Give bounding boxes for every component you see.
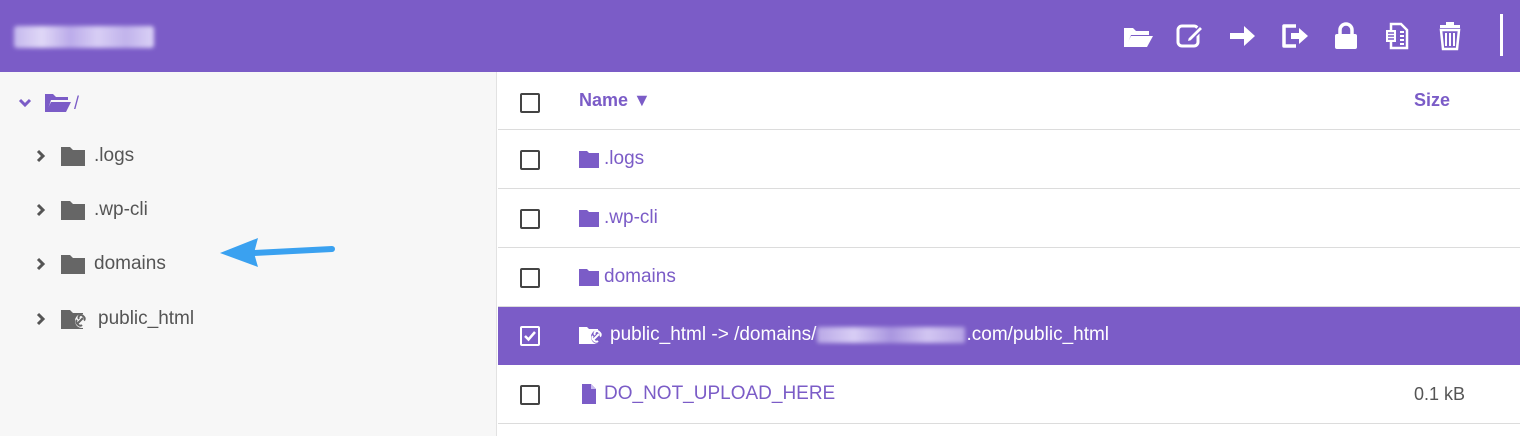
- folder-icon: [579, 269, 599, 286]
- file-name-link[interactable]: domains: [578, 266, 676, 288]
- name-column-header[interactable]: Name ▼: [579, 90, 651, 111]
- checkmark-icon: [524, 331, 536, 342]
- file-name: DO_NOT_UPLOAD_HERE: [604, 383, 836, 404]
- size-column-header[interactable]: Size: [1414, 90, 1450, 111]
- symlink-path: public_html -> /domains/ .com/public_html: [610, 324, 1109, 346]
- delete-button[interactable]: [1424, 16, 1476, 56]
- file-list: Name ▼ Size .logs .wp-cli domains public…: [498, 72, 1520, 436]
- symlink-path-prefix: public_html -> /domains/: [610, 324, 817, 345]
- tree-item-wp-cli[interactable]: .wp-cli: [30, 194, 148, 226]
- chevron-right-icon[interactable]: [30, 308, 52, 330]
- row-checkbox[interactable]: [520, 385, 540, 405]
- tree-root[interactable]: /: [14, 88, 79, 118]
- tree-root-label: /: [74, 92, 80, 113]
- file-name-link[interactable]: DO_NOT_UPLOAD_HERE: [578, 383, 835, 405]
- archive-button[interactable]: [1372, 16, 1424, 56]
- move-button[interactable]: [1216, 16, 1268, 56]
- file-name-link[interactable]: public_html -> /domains/ .com/public_html: [578, 324, 1109, 346]
- tree-item-domains[interactable]: domains: [30, 248, 166, 280]
- folder-icon: [61, 201, 85, 220]
- file-name: .logs: [604, 148, 645, 169]
- symlink-folder-icon: [579, 327, 605, 344]
- file-name: .wp-cli: [604, 207, 658, 228]
- chevron-right-icon[interactable]: [30, 199, 52, 221]
- permissions-button[interactable]: [1320, 16, 1372, 56]
- chevron-down-icon[interactable]: [14, 92, 36, 114]
- export-button[interactable]: [1268, 16, 1320, 56]
- tree-item-label: public_html: [98, 308, 195, 329]
- edit-icon: [1176, 24, 1205, 48]
- folder-open-icon: [45, 94, 71, 112]
- file-name-link[interactable]: .wp-cli: [578, 207, 658, 229]
- table-row[interactable]: .logs: [498, 131, 1520, 189]
- account-name-redacted: [14, 26, 154, 48]
- archive-icon: [1386, 22, 1409, 50]
- annotation-arrow-icon: [220, 238, 335, 267]
- folder-tree-sidebar: / .logs .wp-cli domains public_html: [0, 72, 497, 436]
- file-name: domains: [604, 266, 676, 287]
- file-name-link[interactable]: .logs: [578, 148, 644, 170]
- tree-item-label: .logs: [94, 145, 135, 166]
- table-row[interactable]: .wp-cli: [498, 190, 1520, 248]
- tree-item-logs[interactable]: .logs: [30, 140, 134, 172]
- symlink-path-suffix: .com/public_html: [966, 324, 1110, 345]
- lock-icon: [1335, 22, 1357, 49]
- folder-icon: [579, 151, 599, 168]
- toolbar: [1112, 16, 1476, 56]
- file-size: 0.1 kB: [1414, 384, 1466, 404]
- tree-item-label: .wp-cli: [94, 199, 148, 220]
- folder-icon: [579, 210, 599, 227]
- trash-icon: [1439, 22, 1461, 51]
- move-arrow-icon: [1230, 26, 1255, 46]
- file-icon: [582, 384, 596, 404]
- tree-item-public-html[interactable]: public_html: [30, 303, 194, 335]
- new-folder-button[interactable]: [1112, 16, 1164, 56]
- domain-redacted: [817, 326, 966, 343]
- chevron-right-icon[interactable]: [30, 145, 52, 167]
- table-row-selected[interactable]: public_html -> /domains/ .com/public_html: [498, 307, 1520, 365]
- folder-open-icon: [1124, 28, 1153, 47]
- row-checkbox[interactable]: [520, 209, 540, 229]
- top-bar: [0, 0, 1520, 72]
- folder-icon: [61, 147, 85, 166]
- table-row[interactable]: DO_NOT_UPLOAD_HERE 0.1 kB: [498, 366, 1520, 424]
- export-icon: [1282, 24, 1308, 48]
- select-all-checkbox[interactable]: [520, 93, 540, 113]
- rename-button[interactable]: [1164, 16, 1216, 56]
- row-checkbox[interactable]: [520, 268, 540, 288]
- toolbar-divider: [1500, 14, 1503, 56]
- table-header: Name ▼ Size: [498, 72, 1520, 130]
- table-row[interactable]: domains: [498, 249, 1520, 307]
- tree-item-label: domains: [94, 253, 166, 274]
- folder-icon: [61, 255, 85, 274]
- chevron-right-icon[interactable]: [30, 253, 52, 275]
- symlink-folder-icon: [61, 310, 89, 329]
- row-checkbox-checked[interactable]: [520, 326, 540, 346]
- row-checkbox[interactable]: [520, 150, 540, 170]
